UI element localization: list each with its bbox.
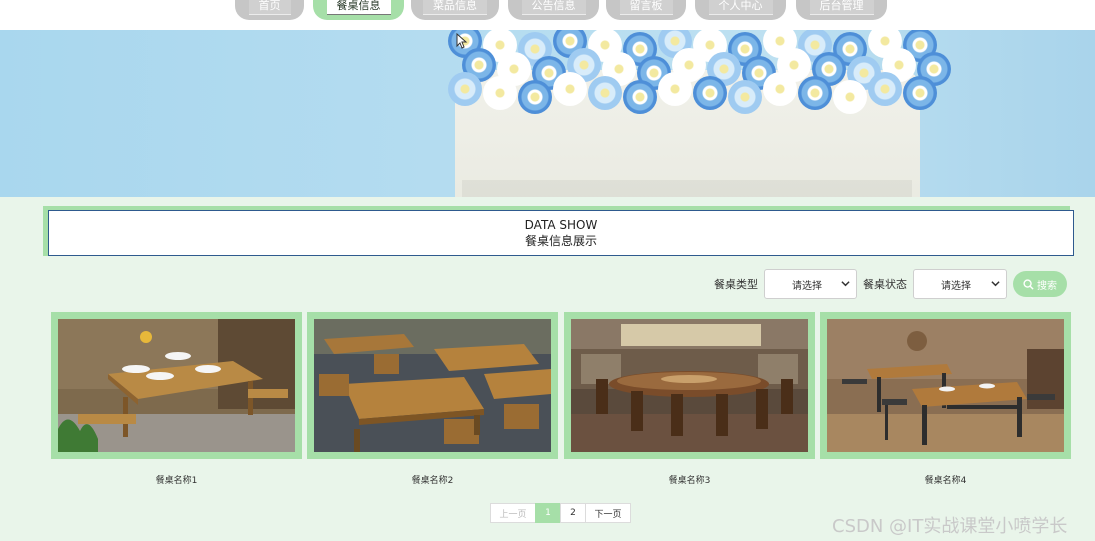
table-status-value: 请选择	[941, 280, 971, 292]
flower-decoration-37	[728, 80, 762, 114]
nav-item-label: 餐桌信息	[326, 0, 391, 15]
flower-decoration-36	[693, 76, 727, 110]
flower-decoration-39	[798, 76, 832, 110]
table-type-label: 餐桌类型	[714, 278, 758, 291]
page-button-1[interactable]: 1	[535, 503, 561, 523]
nav-item-label: 首页	[248, 0, 291, 15]
nav-item-label: 后台管理	[809, 0, 874, 15]
table-photo-2	[314, 319, 551, 452]
flower-decoration-32	[553, 72, 587, 106]
chevron-down-icon	[991, 281, 1000, 287]
card-name-1: 餐桌名称1	[155, 476, 198, 486]
cursor-icon	[456, 33, 468, 49]
nav-item-home[interactable]: 首页	[235, 0, 304, 20]
nav-item-label: 菜品信息	[423, 0, 487, 15]
search-button[interactable]: 搜索	[1013, 271, 1067, 297]
table-card-3[interactable]	[564, 312, 815, 459]
flower-decoration-35	[658, 72, 692, 106]
card-name-4: 餐桌名称4	[924, 476, 967, 486]
pagination: 上一页 1 2 下一页	[490, 503, 631, 523]
flower-decoration-42	[903, 76, 937, 110]
nav-item-admin[interactable]: 后台管理	[796, 0, 887, 20]
banner-image	[0, 30, 1095, 197]
search-icon	[1023, 278, 1034, 290]
flower-decoration-29	[448, 72, 482, 106]
nav-item-profile[interactable]: 个人中心	[695, 0, 786, 20]
table-photo-4	[827, 319, 1064, 452]
nav-item-messages[interactable]: 留言板	[606, 0, 686, 20]
page-button-2[interactable]: 2	[560, 503, 586, 523]
prev-page-button[interactable]: 上一页	[490, 503, 536, 523]
section-title-cn: 餐桌信息展示	[524, 233, 597, 248]
chevron-down-icon	[841, 281, 850, 287]
table-photo-1	[58, 319, 295, 452]
table-type-value: 请选择	[792, 280, 822, 292]
top-nav: 首页 餐桌信息 菜品信息 公告信息 留言板 个人中心 后台管理	[0, 0, 1095, 30]
watermark: CSDN @IT实战课堂小喷学长	[832, 516, 1068, 537]
flower-decoration-30	[483, 76, 517, 110]
nav-item-label: 个人中心	[708, 0, 773, 15]
flower-decoration-41	[868, 72, 902, 106]
next-page-button[interactable]: 下一页	[585, 503, 631, 523]
table-type-select[interactable]: 请选择	[764, 269, 857, 299]
section-title-en: DATA SHOW	[524, 217, 598, 232]
table-card-2[interactable]	[307, 312, 558, 459]
flower-decoration-38	[763, 72, 797, 106]
search-button-label: 搜索	[1037, 280, 1057, 292]
flower-decoration-31	[518, 80, 552, 114]
nav-item-dishes[interactable]: 菜品信息	[411, 0, 499, 20]
card-name-2: 餐桌名称2	[411, 476, 454, 486]
nav-item-label: 留言板	[619, 0, 673, 15]
nav-item-label: 公告信息	[521, 0, 586, 15]
card-name-3: 餐桌名称3	[668, 476, 711, 486]
table-status-select[interactable]: 请选择	[913, 269, 1007, 299]
table-status-label: 餐桌状态	[863, 278, 907, 291]
nav-item-tables[interactable]: 餐桌信息	[313, 0, 404, 20]
section-title: DATA SHOW 餐桌信息展示	[48, 210, 1074, 256]
flower-decoration-34	[623, 80, 657, 114]
table-card-1[interactable]	[51, 312, 302, 459]
flower-decoration-40	[833, 80, 867, 114]
nav-item-notices[interactable]: 公告信息	[508, 0, 599, 20]
table-photo-3	[571, 319, 808, 452]
flower-decoration-33	[588, 76, 622, 110]
table-card-4[interactable]	[820, 312, 1071, 459]
cake-shadow	[462, 180, 912, 197]
